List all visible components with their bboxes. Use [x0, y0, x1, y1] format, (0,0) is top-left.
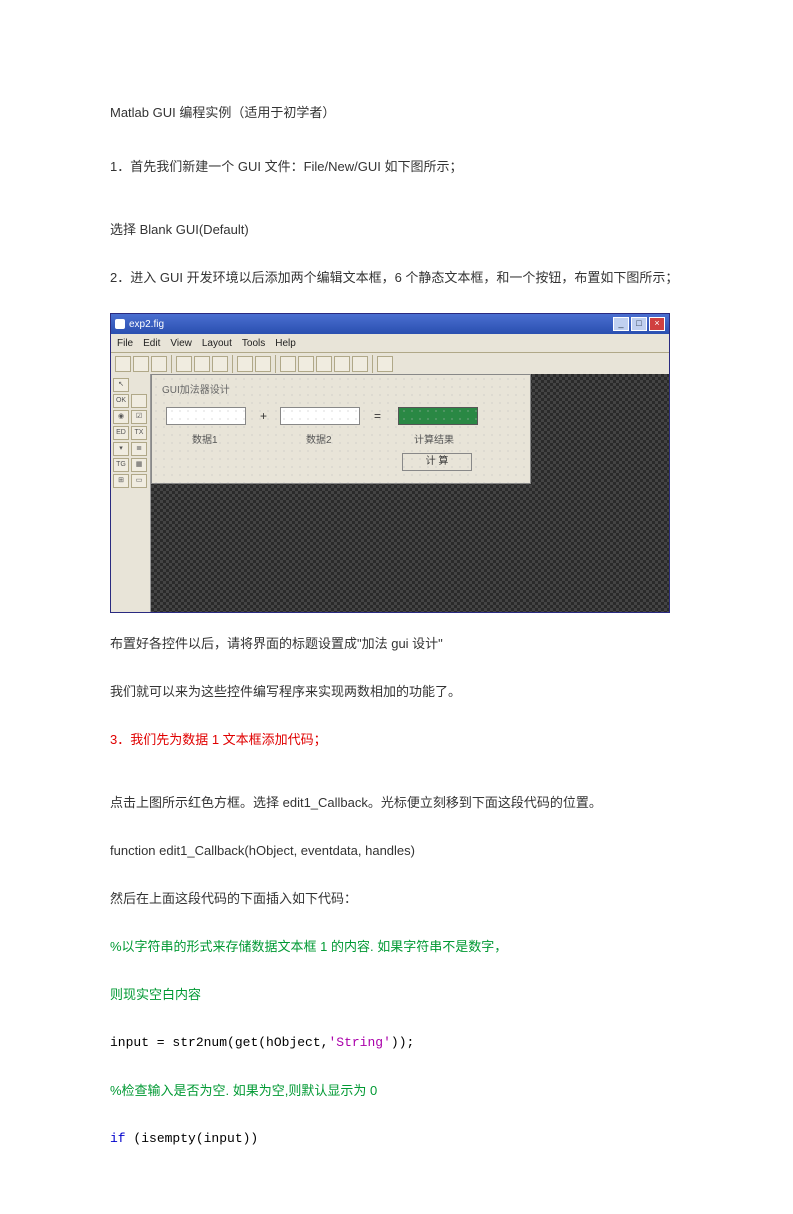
minimize-button[interactable]: _	[613, 317, 629, 331]
code-fn-str2num: str2num	[172, 1035, 227, 1050]
palette-select-icon[interactable]: ↖	[113, 378, 129, 392]
function-name: edit1_Callback(hObject, eventdata, handl…	[156, 843, 415, 858]
code-line-2: if (isempty(input))	[110, 1126, 683, 1152]
label-result: 计算结果	[414, 431, 454, 446]
label-data2: 数据2	[306, 431, 332, 446]
edit-data2[interactable]	[280, 407, 360, 425]
palette-checkbox-icon[interactable]: ☑	[131, 410, 147, 424]
paragraph-set-title: 布置好各控件以后，请将界面的标题设置成"加法 gui 设计"	[110, 631, 683, 657]
toolbar-editor-icon[interactable]	[334, 356, 350, 372]
paragraph-select-blank: 选择 Blank GUI(Default)	[110, 217, 683, 243]
paragraph-insert-below: 然后在上面这段代码的下面插入如下代码：	[110, 886, 683, 912]
window-title: exp2.fig	[129, 319, 164, 330]
toolbar-copy-icon[interactable]	[194, 356, 210, 372]
code-comment-3: %检查输入是否为空. 如果为空,则默认显示为 0	[110, 1078, 683, 1104]
toolbar-paste-icon[interactable]	[212, 356, 228, 372]
calc-button[interactable]: 计 算	[402, 453, 472, 471]
code-text: (isempty(input))	[126, 1131, 259, 1146]
toolbar-separator	[171, 355, 172, 373]
palette-edit-icon[interactable]: ED	[113, 426, 129, 440]
tool-bar	[111, 353, 669, 376]
code-text: (hObject,	[258, 1035, 328, 1050]
menu-help[interactable]: Help	[275, 338, 296, 349]
palette-popup-icon[interactable]: ▾	[113, 442, 129, 456]
code-fn-get: get	[235, 1035, 258, 1050]
palette-toggle-icon[interactable]: TG	[113, 458, 129, 472]
menu-tools[interactable]: Tools	[242, 338, 265, 349]
result-static	[398, 407, 478, 425]
toolbar-run-icon[interactable]	[377, 356, 393, 372]
palette-table-icon[interactable]: ▦	[131, 458, 147, 472]
layout-canvas[interactable]: GUI加法器设计 + = 数据1 数据2 计算结果 计 算	[151, 374, 669, 612]
paragraph-write-code: 我们就可以来为这些控件编写程序来实现两数相加的功能了。	[110, 679, 683, 705]
label-data1: 数据1	[192, 431, 218, 446]
toolbar-open-icon[interactable]	[133, 356, 149, 372]
function-signature: function edit1_Callback(hObject, eventda…	[110, 838, 683, 864]
toolbar-new-icon[interactable]	[115, 356, 131, 372]
toolbar-cut-icon[interactable]	[176, 356, 192, 372]
edit-data1[interactable]	[166, 407, 246, 425]
maximize-button[interactable]: □	[631, 317, 647, 331]
plus-label: +	[260, 409, 267, 423]
code-keyword-if: if	[110, 1131, 126, 1146]
palette-pushbutton-icon[interactable]: OK	[113, 394, 129, 408]
paragraph-step1: 1．首先我们新建一个 GUI 文件：File/New/GUI 如下图所示；	[110, 154, 683, 180]
code-text: input =	[110, 1035, 172, 1050]
toolbar-undo-icon[interactable]	[237, 356, 253, 372]
toolbar-separator	[232, 355, 233, 373]
toolbar-align-icon[interactable]	[280, 356, 296, 372]
component-palette: ↖ OK ◉ ☑ ED TX ▾ ≣ TG	[111, 374, 151, 612]
menu-file[interactable]: File	[117, 338, 133, 349]
palette-axes-icon[interactable]: ⊞	[113, 474, 129, 488]
keyword-function: function	[110, 843, 156, 858]
close-button[interactable]: ×	[649, 317, 665, 331]
menu-layout[interactable]: Layout	[202, 338, 232, 349]
equals-label: =	[374, 409, 381, 423]
code-comment-2: 则现实空白内容	[110, 982, 683, 1008]
palette-slider-icon[interactable]	[131, 394, 147, 408]
palette-text-icon[interactable]: TX	[131, 426, 147, 440]
code-string: 'String'	[328, 1035, 390, 1050]
page-title: Matlab GUI 编程实例（适用于初学者）	[110, 100, 683, 126]
palette-panel-icon[interactable]: ▭	[131, 474, 147, 488]
toolbar-tab-icon[interactable]	[316, 356, 332, 372]
code-text: (	[227, 1035, 235, 1050]
toolbar-menu-icon[interactable]	[298, 356, 314, 372]
toolbar-save-icon[interactable]	[151, 356, 167, 372]
paragraph-click-red: 点击上图所示红色方框。选择 edit1_Callback。光标便立刻移到下面这段…	[110, 790, 683, 816]
toolbar-redo-icon[interactable]	[255, 356, 271, 372]
toolbar-separator	[275, 355, 276, 373]
code-line-1: input = str2num(get(hObject,'String'));	[110, 1030, 683, 1056]
toolbar-inspector-icon[interactable]	[352, 356, 368, 372]
menu-bar: File Edit View Layout Tools Help	[111, 334, 669, 353]
guide-screenshot: exp2.fig _ □ × File Edit View Layout Too…	[110, 313, 670, 613]
code-comment-1: %以字符串的形式来存储数据文本框 1 的内容. 如果字符串不是数字，	[110, 934, 683, 960]
menu-view[interactable]: View	[170, 338, 192, 349]
window-titlebar: exp2.fig _ □ ×	[111, 314, 669, 334]
palette-listbox-icon[interactable]: ≣	[131, 442, 147, 456]
gui-title-static: GUI加法器设计	[162, 381, 230, 396]
paragraph-step3: 3．我们先为数据 1 文本框添加代码；	[110, 727, 683, 753]
design-form[interactable]: GUI加法器设计 + = 数据1 数据2 计算结果 计 算	[151, 374, 531, 484]
paragraph-step2: 2．进入 GUI 开发环境以后添加两个编辑文本框，6 个静态文本框，和一个按钮，…	[110, 265, 683, 291]
code-text: ));	[391, 1035, 414, 1050]
menu-edit[interactable]: Edit	[143, 338, 160, 349]
toolbar-separator	[372, 355, 373, 373]
palette-radio-icon[interactable]: ◉	[113, 410, 129, 424]
app-icon	[115, 319, 125, 329]
